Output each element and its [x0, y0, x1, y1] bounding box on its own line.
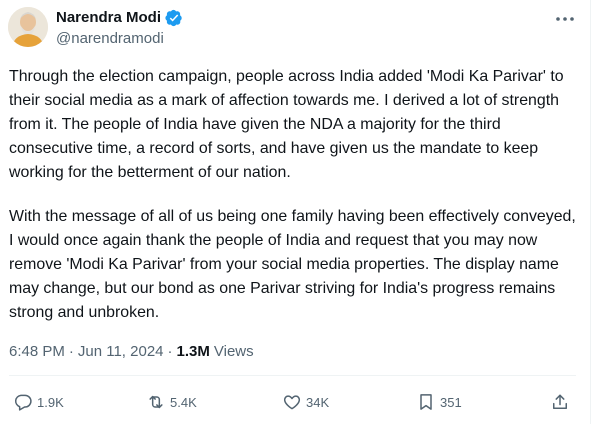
reply-button[interactable]: 1.9K — [13, 390, 64, 414]
meta-separator: · — [167, 343, 173, 360]
bookmark-icon — [416, 392, 436, 412]
tweet-paragraph: Through the election campaign, people ac… — [9, 68, 564, 181]
tweet-meta: 6:48 PM · Jun 11, 2024 · 1.3M Views — [9, 343, 254, 361]
share-upload-icon — [550, 392, 570, 412]
meta-separator: · — [68, 343, 74, 360]
divider — [9, 375, 576, 376]
share-button[interactable] — [550, 390, 570, 414]
author-name-row: Narendra Modi — [56, 9, 183, 27]
author-name[interactable]: Narendra Modi — [56, 9, 161, 27]
heart-icon — [282, 392, 302, 412]
tweet-text: Through the election campaign, people ac… — [9, 65, 579, 325]
repost-arrows-icon — [146, 392, 166, 412]
reply-bubble-icon — [13, 392, 33, 412]
more-horizontal-icon[interactable] — [553, 10, 577, 28]
tweet-date[interactable]: Jun 11, 2024 — [78, 343, 164, 361]
avatar[interactable] — [8, 7, 48, 47]
views-label: Views — [213, 343, 254, 360]
tweet-paragraph: With the message of all of us being one … — [9, 208, 576, 321]
bookmark-count: 351 — [440, 394, 462, 410]
action-bar: 1.9K 5.4K 34K 351 — [0, 390, 591, 414]
reply-count: 1.9K — [37, 394, 64, 410]
like-button[interactable]: 34K — [282, 390, 329, 414]
like-count: 34K — [306, 394, 330, 410]
tweet-time[interactable]: 6:48 PM — [9, 343, 65, 361]
repost-count: 5.4K — [170, 394, 197, 410]
repost-button[interactable]: 5.4K — [146, 390, 197, 414]
author-handle[interactable]: @narendramodi — [56, 30, 164, 48]
bookmark-button[interactable]: 351 — [416, 390, 462, 414]
views-count: 1.3M — [176, 343, 210, 360]
verified-badge-icon[interactable] — [165, 9, 183, 27]
tweet-card: Narendra Modi @narendramodi Through the … — [0, 0, 591, 424]
